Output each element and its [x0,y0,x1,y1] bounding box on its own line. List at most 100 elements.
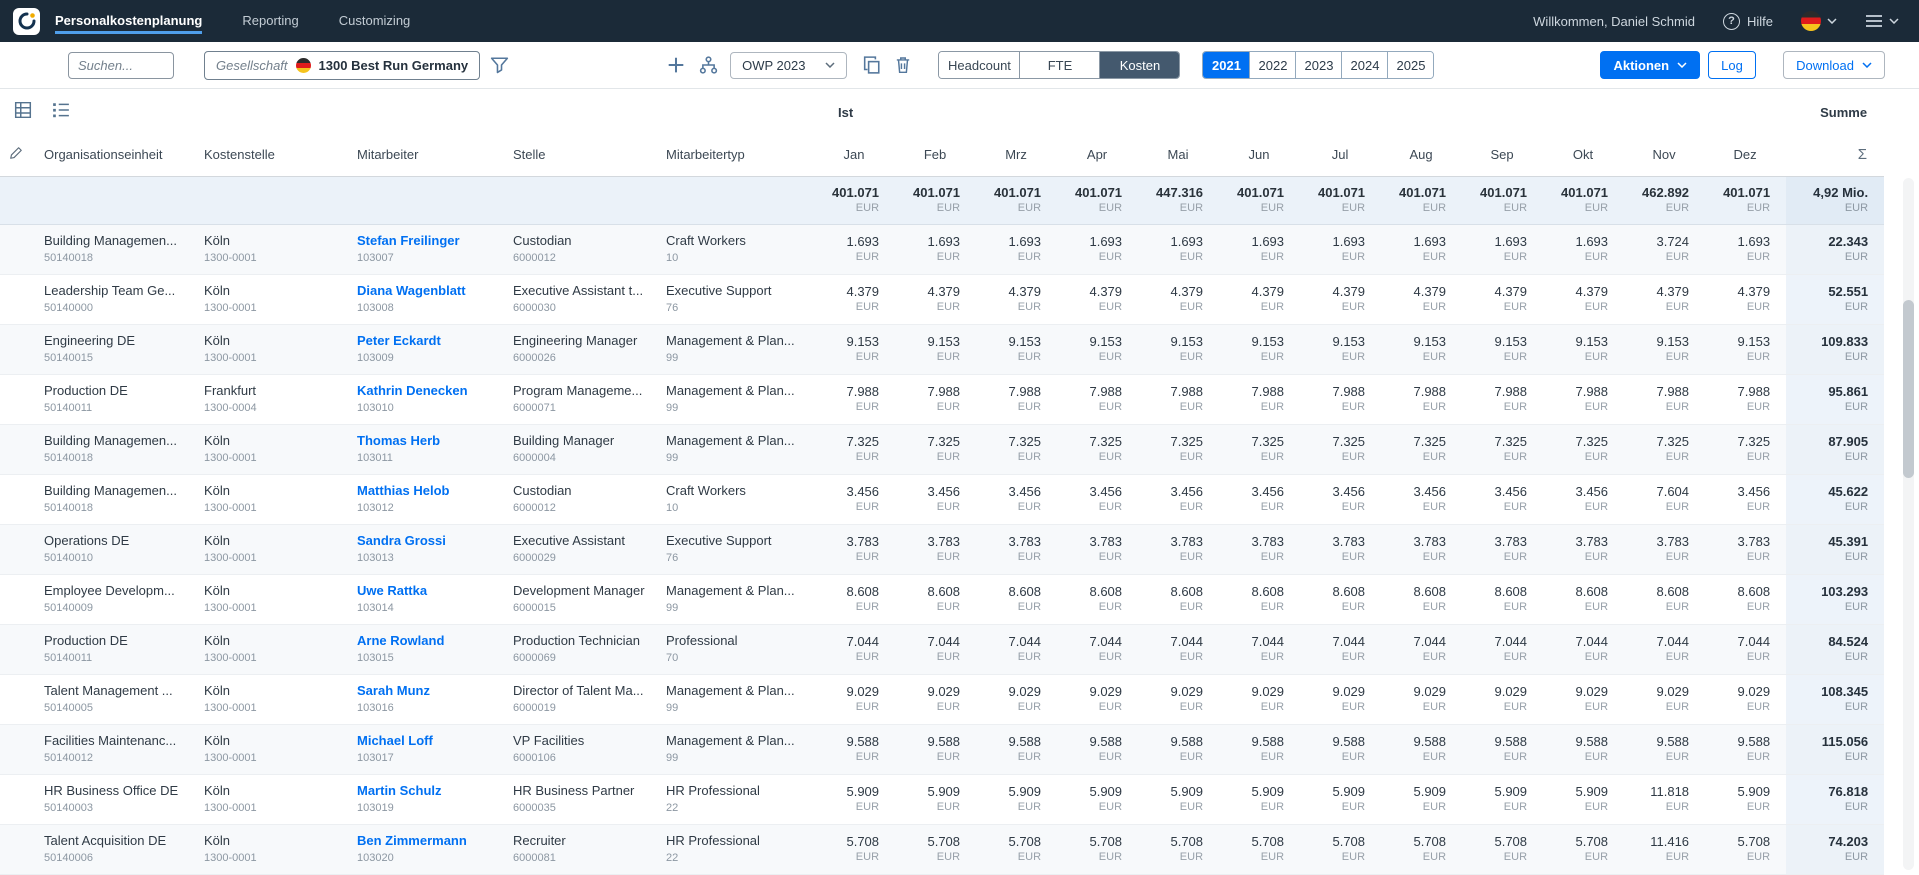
column-header-mitarbeitertyp[interactable]: Mitarbeitertyp [658,134,814,176]
employee-link[interactable]: Matthias Helob [357,483,499,499]
download-label: Download [1796,58,1854,73]
month-value-cell: 7.325EUR [895,424,976,474]
copy-button[interactable] [863,56,881,74]
employee-row[interactable]: Talent Acquisition DE50140006 Köln1300-0… [0,824,1884,874]
plan-version-select[interactable]: OWP 2023 [730,52,847,79]
column-header-kostenstelle[interactable]: Kostenstelle [196,134,349,176]
month-column-header[interactable]: Jun [1219,134,1300,176]
month-column-header[interactable]: Mai [1138,134,1219,176]
employee-link[interactable]: Sarah Munz [357,683,499,699]
vertical-scrollbar-track[interactable] [1903,178,1914,870]
employee-link[interactable]: Uwe Rattka [357,583,499,599]
vertical-scrollbar-thumb[interactable] [1903,300,1914,478]
month-value-cell: 7.988EUR [1300,374,1381,424]
month-column-header[interactable]: Mrz [976,134,1057,176]
month-column-header[interactable]: Nov [1624,134,1705,176]
grid-view-icon[interactable] [14,101,32,124]
language-selector[interactable] [1801,11,1837,31]
employee-link[interactable]: Diana Wagenblatt [357,283,499,299]
log-button[interactable]: Log [1708,51,1756,79]
row-edit-cell [0,674,36,724]
month-column-header[interactable]: Jan [814,134,895,176]
employee-row[interactable]: HR Business Office DE50140003 Köln1300-0… [0,774,1884,824]
row-total-cell: 95.861EUR [1786,374,1884,424]
employee-cell: Ben Zimmermann 103020 [349,824,505,874]
month-value-cell: 3.783EUR [1543,524,1624,574]
month-value-cell: 7.044EUR [1219,624,1300,674]
row-total-cell: 74.203EUR [1786,824,1884,874]
month-column-header[interactable]: Aug [1381,134,1462,176]
month-value-cell: 3.456EUR [1219,474,1300,524]
org-unit-cell: Building Managemen...50140018 [36,224,196,274]
employee-link[interactable]: Peter Eckardt [357,333,499,349]
month-value-cell: 9.029EUR [1219,674,1300,724]
employee-link[interactable]: Martin Schulz [357,783,499,799]
add-button[interactable] [667,56,685,74]
employee-row[interactable]: Building Managemen...50140018 Köln1300-0… [0,474,1884,524]
employee-row[interactable]: Leadership Team Ge...50140000 Köln1300-0… [0,274,1884,324]
app-logo[interactable] [13,8,40,35]
employee-row[interactable]: Employee Developm...50140009 Köln1300-00… [0,574,1884,624]
year-toggle-2022[interactable]: 2022 [1249,52,1295,78]
year-toggle-2024[interactable]: 2024 [1341,52,1387,78]
view-toggle-fte[interactable]: FTE [1019,52,1099,78]
employee-row[interactable]: Talent Management ...50140005 Köln1300-0… [0,674,1884,724]
app-tab-personalkostenplanung[interactable]: Personalkostenplanung [55,0,202,42]
month-value-cell: 9.588EUR [1381,724,1462,774]
month-value-cell: 9.588EUR [1624,724,1705,774]
year-toggle-2021[interactable]: 2021 [1203,52,1249,78]
employee-cell: Arne Rowland 103015 [349,624,505,674]
month-value-cell: 3.456EUR [1300,474,1381,524]
employee-cell: Thomas Herb 103011 [349,424,505,474]
column-header-organisationseinheit[interactable]: Organisationseinheit [36,134,196,176]
view-toggle-kosten[interactable]: Kosten [1099,52,1179,78]
filter-button[interactable] [490,56,509,74]
main-menu-button[interactable] [1865,14,1899,28]
totals-month-value: 401.071EUR [1057,176,1138,224]
view-toggle-headcount[interactable]: Headcount [939,52,1019,78]
employee-row[interactable]: Operations DE50140010 Köln1300-0001 Sand… [0,524,1884,574]
org-chart-button[interactable] [699,56,718,74]
month-value-cell: 8.608EUR [1219,574,1300,624]
month-value-cell: 7.988EUR [1624,374,1705,424]
help-button[interactable]: ? Hilfe [1723,13,1773,30]
employee-link[interactable]: Thomas Herb [357,433,499,449]
column-settings-icon[interactable] [52,101,70,124]
month-column-header[interactable]: Jul [1300,134,1381,176]
cost-center-cell: Köln1300-0001 [196,424,349,474]
year-toggle-2025[interactable]: 2025 [1387,52,1433,78]
employee-row[interactable]: Engineering DE50140015 Köln1300-0001 Pet… [0,324,1884,374]
search-input[interactable] [68,52,174,79]
employee-link[interactable]: Stefan Freilinger [357,233,499,249]
employee-row[interactable]: Facilities Maintenanc...50140012 Köln130… [0,724,1884,774]
year-toggle-2023[interactable]: 2023 [1295,52,1341,78]
delete-button[interactable] [894,56,912,74]
org-unit-cell: HR Business Office DE50140003 [36,774,196,824]
month-value-cell: 7.325EUR [1381,424,1462,474]
employee-row[interactable]: Building Managemen...50140018 Köln1300-0… [0,224,1884,274]
column-header-mitarbeiter[interactable]: Mitarbeiter [349,134,505,176]
download-button[interactable]: Download [1783,51,1885,79]
app-tab-customizing[interactable]: Customizing [339,0,411,42]
actions-label: Aktionen [1613,58,1669,73]
employee-link[interactable]: Sandra Grossi [357,533,499,549]
month-value-cell: 9.588EUR [1543,724,1624,774]
employee-row[interactable]: Production DE50140011 Frankfurt1300-0004… [0,374,1884,424]
employee-link[interactable]: Kathrin Denecken [357,383,499,399]
employee-row[interactable]: Building Managemen...50140018 Köln1300-0… [0,424,1884,474]
company-selector[interactable]: Gesellschaft 1300 Best Run Germany [204,51,480,80]
month-column-header[interactable]: Sep [1462,134,1543,176]
month-column-header[interactable]: Apr [1057,134,1138,176]
month-column-header[interactable]: Feb [895,134,976,176]
employee-link[interactable]: Ben Zimmermann [357,833,499,849]
employee-link[interactable]: Arne Rowland [357,633,499,649]
app-tab-reporting[interactable]: Reporting [242,0,298,42]
column-header-stelle[interactable]: Stelle [505,134,658,176]
employee-row[interactable]: Production DE50140011 Köln1300-0001 Arne… [0,624,1884,674]
month-value-cell: 3.456EUR [814,474,895,524]
month-column-header[interactable]: Okt [1543,134,1624,176]
month-value-cell: 7.044EUR [895,624,976,674]
month-column-header[interactable]: Dez [1705,134,1786,176]
actions-button[interactable]: Aktionen [1600,51,1700,79]
employee-link[interactable]: Michael Loff [357,733,499,749]
